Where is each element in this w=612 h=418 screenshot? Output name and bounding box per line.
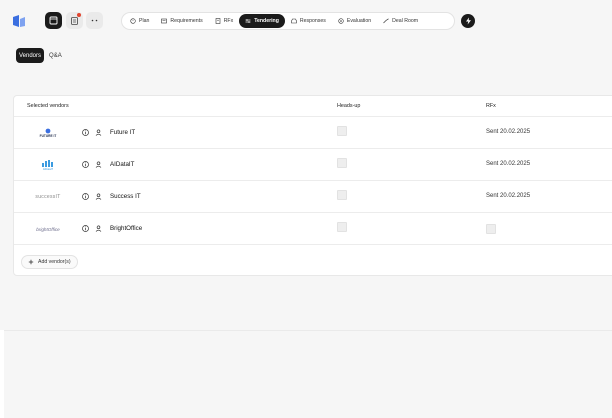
- header-heads-up: Heads-up: [337, 103, 361, 109]
- tab-label: Deal Room: [392, 18, 419, 24]
- tab-rfx[interactable]: RFx: [209, 14, 240, 28]
- lightning-icon: [465, 17, 471, 25]
- tendering-subtabs: Vendors Q&A: [16, 48, 65, 63]
- clipboard-icon: [71, 17, 78, 25]
- vendor-logo: AIDataIT: [26, 156, 70, 174]
- add-vendors-button[interactable]: Add vendor(s): [21, 255, 78, 269]
- subtab-vendors[interactable]: Vendors: [16, 48, 45, 63]
- table-header: Selected vendors Heads-up RFx: [14, 96, 612, 117]
- tasks-button[interactable]: [66, 12, 83, 29]
- vendor-logo: successIT: [35, 194, 61, 200]
- handshake-icon: [383, 18, 389, 24]
- tab-evaluation[interactable]: Evaluation: [332, 14, 377, 28]
- evaluation-icon: [338, 18, 344, 24]
- tab-label: Tendering: [254, 18, 279, 24]
- more-button[interactable]: [86, 12, 103, 29]
- table-row[interactable]: AIDataIT AIDataIT Sent 20.02.2025: [14, 149, 612, 181]
- info-icon[interactable]: [82, 193, 89, 200]
- table-row[interactable]: FUTURE IT Future IT Sent 20.02.2025: [14, 117, 612, 149]
- aidatait-mark-icon: [42, 160, 53, 167]
- inbox-icon: [291, 18, 297, 24]
- plus-icon: [28, 259, 34, 265]
- vendors-table: Selected vendors Heads-up RFx FUTURE IT …: [13, 95, 612, 276]
- contact-icon[interactable]: [95, 225, 102, 232]
- vendor-name[interactable]: Future IT: [110, 129, 135, 136]
- add-vendors-label: Add vendor(s): [38, 259, 71, 265]
- tab-label: Requirements: [170, 18, 203, 24]
- vendor-logo: FUTURE IT: [26, 124, 70, 142]
- contact-icon[interactable]: [95, 129, 102, 136]
- tab-requirements[interactable]: Requirements: [155, 14, 208, 28]
- heads-up-checkbox[interactable]: [337, 222, 347, 232]
- contact-icon[interactable]: [95, 193, 102, 200]
- top-bar: Plan Requirements RFx Tendering Response…: [0, 0, 612, 42]
- process-nav: Plan Requirements RFx Tendering Response…: [121, 12, 455, 30]
- quick-action-button[interactable]: [461, 14, 475, 28]
- info-icon[interactable]: [82, 161, 89, 168]
- table-row[interactable]: successIT Success IT Sent 20.02.2025: [14, 181, 612, 213]
- table-row[interactable]: brightOffice BrightOffice: [14, 213, 612, 245]
- tab-label: Evaluation: [346, 18, 372, 24]
- tab-label: Responses: [299, 18, 326, 24]
- vendor-name[interactable]: Success IT: [110, 193, 141, 200]
- tab-tendering[interactable]: Tendering: [239, 14, 285, 28]
- contact-icon[interactable]: [95, 161, 102, 168]
- heads-up-checkbox[interactable]: [337, 158, 347, 168]
- info-icon[interactable]: [82, 225, 89, 232]
- tendering-icon: [245, 19, 251, 23]
- rfx-status: Sent 20.02.2025: [486, 193, 531, 199]
- list-icon: [161, 18, 168, 24]
- info-icon[interactable]: [82, 129, 89, 136]
- tab-label: RFx: [223, 18, 234, 24]
- document-icon: [215, 18, 220, 24]
- app-logo-icon[interactable]: [11, 13, 27, 29]
- more-icon: [91, 19, 98, 22]
- subtab-qa[interactable]: Q&A: [46, 48, 65, 63]
- notification-dot: [77, 13, 81, 17]
- header-rfx: RFx: [486, 103, 496, 109]
- tab-deal-room[interactable]: Deal Room: [377, 14, 424, 28]
- rfx-status: Sent 20.02.2025: [486, 161, 531, 167]
- vendor-logo: brightOffice: [36, 226, 60, 232]
- heads-up-checkbox[interactable]: [337, 190, 347, 200]
- tab-label: Plan: [139, 18, 150, 24]
- vendor-name[interactable]: BrightOffice: [110, 225, 142, 232]
- panel-icon: [49, 16, 58, 25]
- vendor-name[interactable]: AIDataIT: [110, 161, 134, 168]
- heads-up-checkbox[interactable]: [337, 126, 347, 136]
- divider: [0, 330, 612, 331]
- rfx-status: Sent 20.02.2025: [486, 129, 531, 135]
- side-strip: [0, 330, 4, 418]
- rfx-checkbox[interactable]: [486, 224, 496, 234]
- header-selected-vendors: Selected vendors: [27, 103, 69, 109]
- tab-plan[interactable]: Plan: [124, 14, 155, 28]
- tab-responses[interactable]: Responses: [285, 14, 332, 28]
- sidebar-toggle-button[interactable]: [45, 12, 62, 29]
- calendar-icon: [130, 18, 136, 24]
